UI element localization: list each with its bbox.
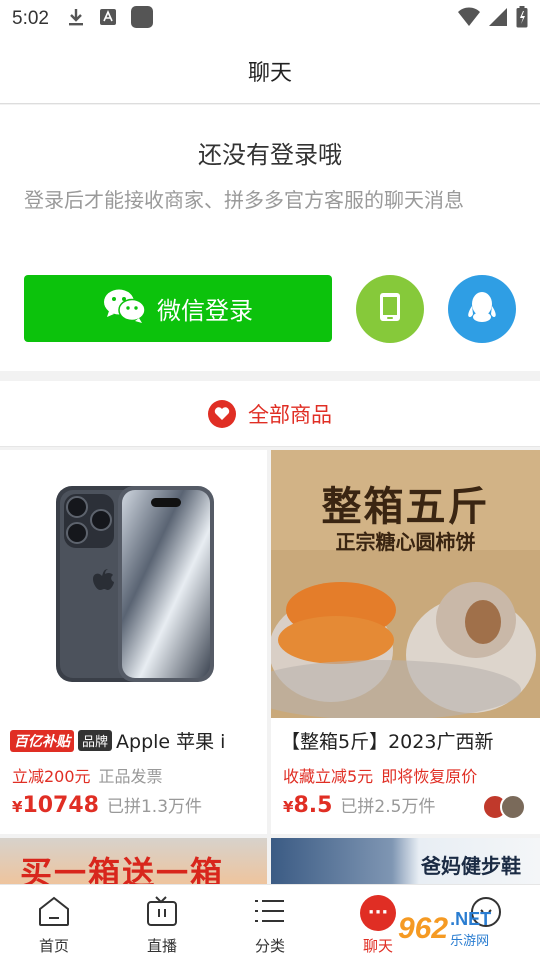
promo-extra: 正品发票 <box>98 767 163 786</box>
image-headline: 整箱五斤 <box>321 484 490 530</box>
all-goods-title: 全部商品 <box>248 402 332 427</box>
nav-label-live: 直播 <box>146 937 177 955</box>
battery-icon <box>516 6 528 32</box>
status-time: 5:02 <box>12 8 49 29</box>
list-icon <box>253 895 287 931</box>
brand-tag: 品牌 <box>78 730 113 751</box>
promo-text: 立减200元 <box>12 767 91 786</box>
partial-image-text: 买一箱送一箱 <box>20 854 225 888</box>
app-icon <box>130 6 153 32</box>
product-title: Apple 苹果 i <box>116 731 226 753</box>
download-icon <box>67 7 85 31</box>
partial-image-text: 爸妈健步鞋 <box>421 854 521 878</box>
price-symbol: ¥ <box>283 798 294 816</box>
price-row: ¥ 10748 已拼1.3万件 <box>12 792 202 818</box>
page-title: 聊天 <box>247 60 292 86</box>
watermark-cn: 乐游网 <box>450 934 490 949</box>
nav-label-home: 首页 <box>38 937 69 955</box>
product-card-partial-1[interactable]: 买一箱送一箱 <box>0 838 267 888</box>
status-bar: 5:02 <box>0 0 540 38</box>
product-promo: 收藏立减5元 即将恢复原价 <box>283 763 477 787</box>
all-goods-header: 全部商品 <box>0 381 540 447</box>
product-image-iphone <box>0 450 267 718</box>
product-image-persimmon: 整箱五斤 正宗糖心圆柿饼 <box>271 450 540 718</box>
wechat-login-button[interactable]: 微信登录 <box>24 275 332 342</box>
price-symbol: ¥ <box>12 798 23 816</box>
home-icon <box>37 895 71 931</box>
login-headline: 还没有登录哦 <box>198 141 342 169</box>
promo-extra: 即将恢复原价 <box>381 767 478 786</box>
image-subheadline: 正宗糖心圆柿饼 <box>335 530 476 554</box>
product-card-iphone[interactable]: 百亿补贴 品牌 Apple 苹果 i 立减200元 正品发票 ¥ 10748 已拼… <box>0 450 267 834</box>
watermark-domain: .NET <box>450 909 492 929</box>
avatar <box>500 794 526 820</box>
login-panel: 还没有登录哦 登录后才能接收商家、拼多多官方客服的聊天消息 微信登录 <box>0 105 540 371</box>
wechat-login-label: 微信登录 <box>157 297 253 325</box>
product-price: 10748 <box>22 793 99 818</box>
site-watermark: 962 .NET 乐游网 <box>398 903 534 955</box>
keyboard-icon <box>99 8 117 30</box>
wifi-icon <box>458 7 480 31</box>
nav-item-home[interactable]: 首页 <box>0 885 108 960</box>
nav-label-chat: 聊天 <box>362 937 393 955</box>
product-card-persimmon[interactable]: 整箱五斤 正宗糖心圆柿饼 【整箱5斤】2023广西新 收藏立减5元 即将恢复原价 … <box>271 450 540 834</box>
product-price: 8.5 <box>293 793 333 818</box>
product-card-partial-2[interactable]: 爸妈健步鞋 <box>271 838 540 888</box>
phone-login-button[interactable] <box>356 275 424 343</box>
phone-icon <box>379 292 401 326</box>
sold-count: 已拼2.5万件 <box>340 797 436 817</box>
buyer-avatars <box>482 794 526 820</box>
watermark-number: 962 <box>398 912 449 945</box>
login-subtext: 登录后才能接收商家、拼多多官方客服的聊天消息 <box>24 188 464 212</box>
product-promo: 立减200元 正品发票 <box>12 763 163 787</box>
tv-icon <box>145 895 179 931</box>
price-row: ¥ 8.5 已拼2.5万件 <box>283 792 435 818</box>
subsidy-tag: 百亿补贴 <box>10 729 74 752</box>
chat-icon: ··· <box>360 895 396 931</box>
promo-text: 收藏立减5元 <box>283 767 374 786</box>
wechat-icon <box>103 288 147 330</box>
nav-label-category: 分类 <box>254 937 285 955</box>
sold-count: 已拼1.3万件 <box>106 797 203 817</box>
nav-item-category[interactable]: 分类 <box>216 885 324 960</box>
product-title: 【整箱5斤】2023广西新 <box>281 731 494 753</box>
signal-icon <box>488 7 508 31</box>
page-header: 聊天 <box>0 38 540 104</box>
qq-icon <box>467 291 497 327</box>
nav-item-live[interactable]: 直播 <box>108 885 216 960</box>
qq-login-button[interactable] <box>448 275 516 343</box>
heart-icon <box>208 399 236 428</box>
